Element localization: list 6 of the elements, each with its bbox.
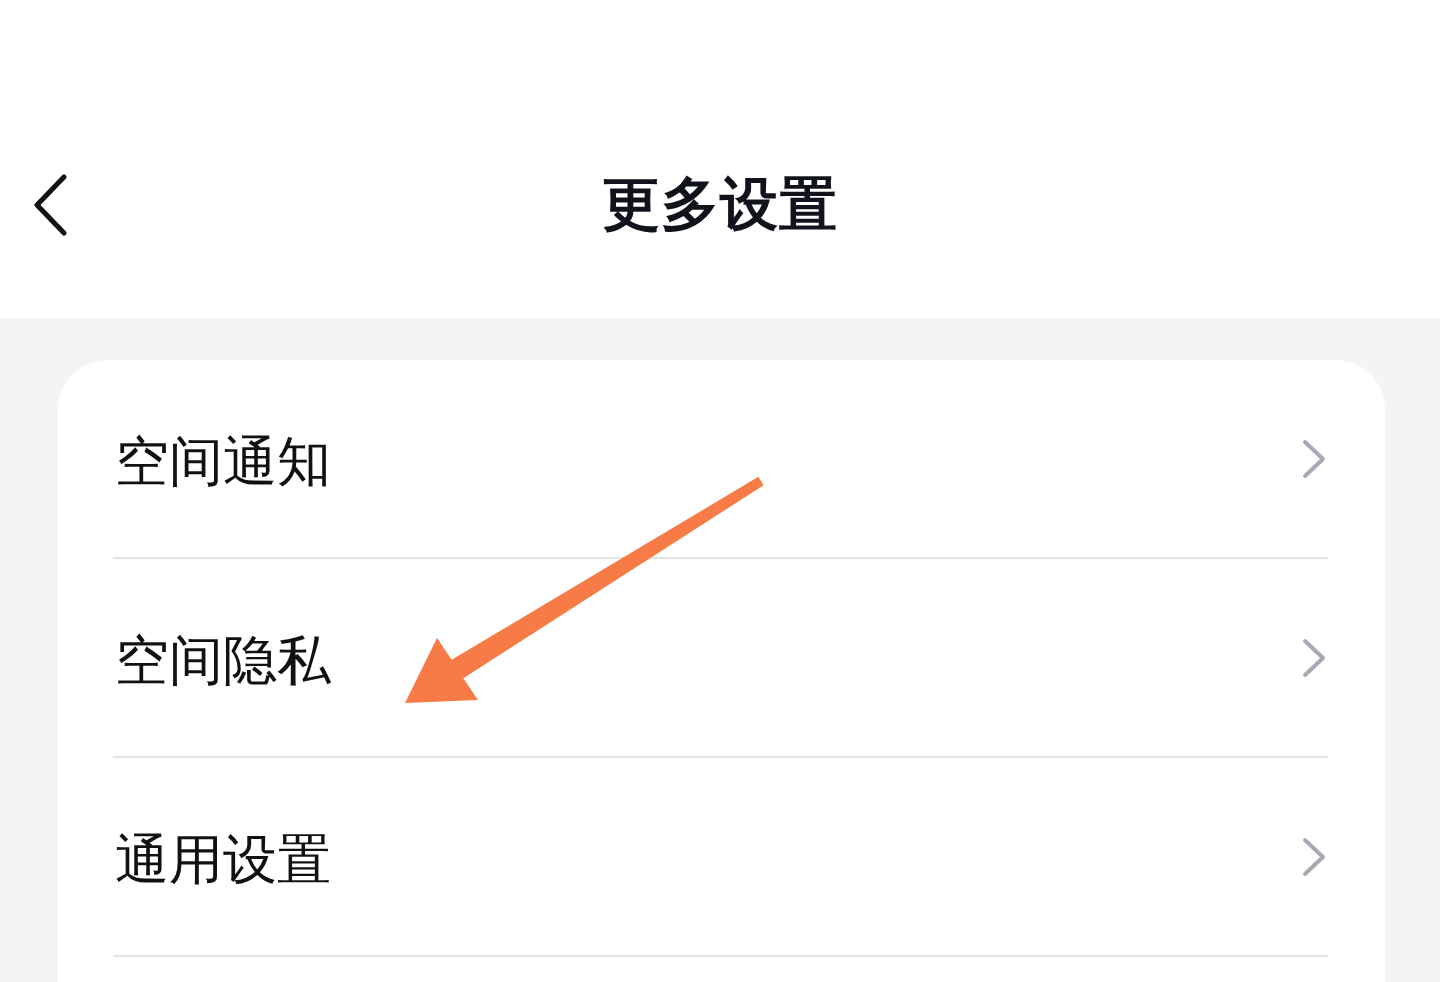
chevron-right-icon <box>1302 637 1326 678</box>
chevron-right-icon <box>1302 836 1326 877</box>
chevron-right-icon <box>1302 438 1326 479</box>
back-chevron-icon <box>33 174 69 236</box>
settings-menu-item[interactable]: 通用设置 <box>113 758 1328 957</box>
page-title: 更多设置 <box>602 170 838 240</box>
